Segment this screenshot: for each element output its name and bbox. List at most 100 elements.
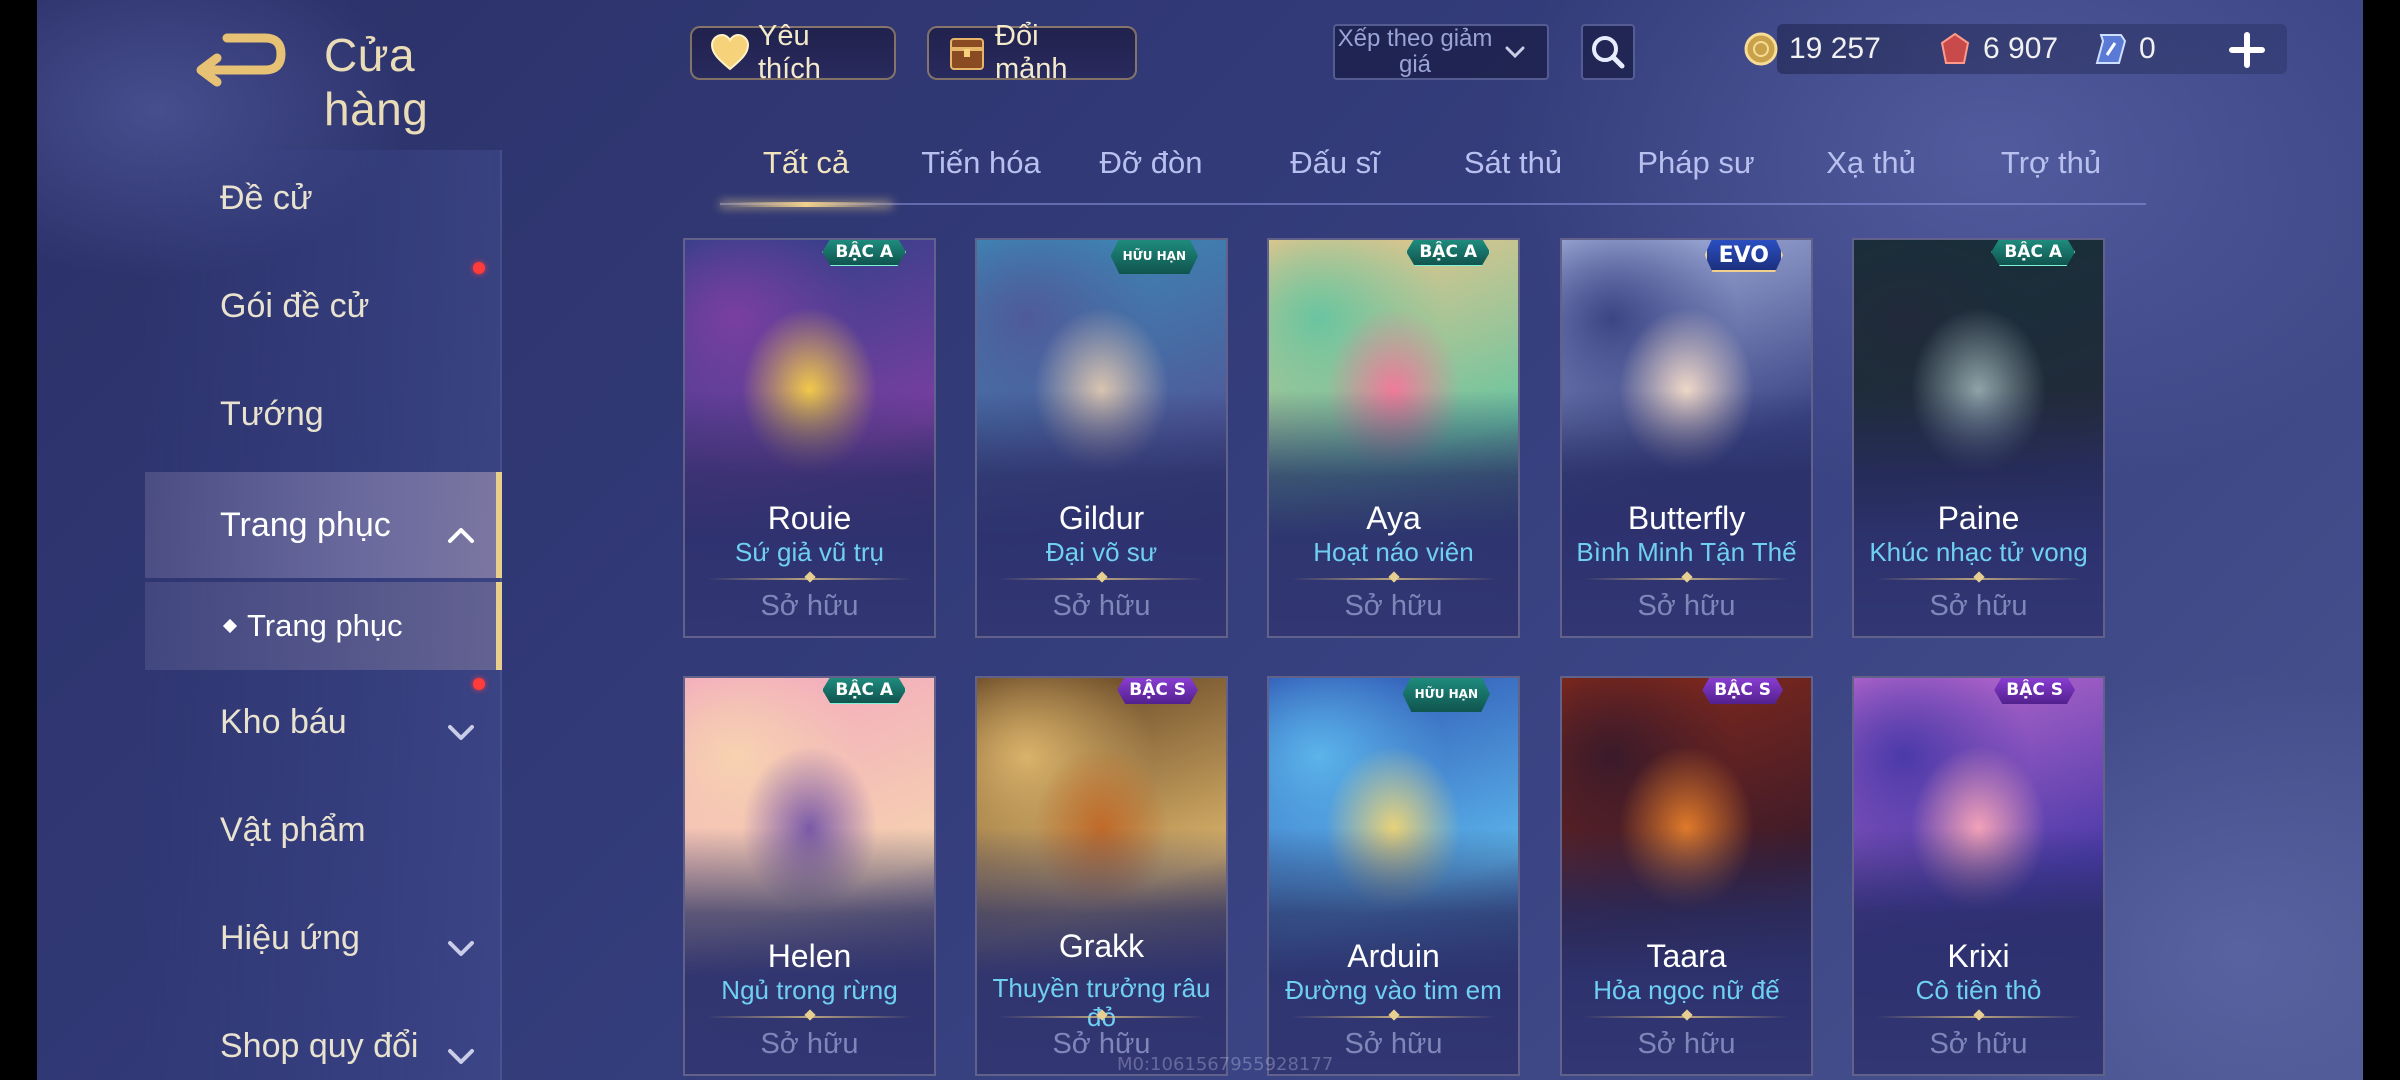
gold-currency: 19 257 (1743, 24, 1881, 74)
tab-label: Xạ thủ (1826, 145, 1916, 180)
voucher-amount: 6 907 (1983, 32, 2059, 65)
sidebar-item-label: Đề cử (220, 178, 313, 217)
favorites-button[interactable]: Yêu thích (690, 20, 896, 85)
ownership-status: Sở hữu (1929, 1028, 2028, 1060)
sidebar-item-recommended[interactable]: Đề cử (145, 148, 502, 248)
skin-card[interactable]: HỮU HẠN Gildur Đại võ sư Sở hữu (975, 238, 1228, 638)
tab-all[interactable]: Tất cả (720, 145, 892, 207)
card-divider (999, 578, 1204, 580)
skin-name: Hỏa ngọc nữ đế (1593, 975, 1780, 1005)
skin-card[interactable]: BẬC SGrakkThuyền trưởng râu đỏSở hữu (975, 676, 1228, 1076)
tab-mage[interactable]: Pháp sư (1616, 145, 1776, 203)
tab-label: Đỡ đòn (1099, 145, 1203, 180)
gold-coin-icon (1744, 32, 1778, 66)
device-watermark: M0:1061567955928177 (1117, 1054, 1334, 1075)
chevron-down-icon (446, 1036, 476, 1064)
hero-name: Helen (767, 938, 852, 974)
skin-name: Hoạt náo viên (1313, 537, 1474, 567)
hero-name: Krixi (1947, 938, 2010, 974)
back-button[interactable] (187, 30, 287, 90)
card-divider (707, 578, 912, 580)
tab-fighter[interactable]: Đấu sĩ (1260, 145, 1410, 203)
card-divider (707, 1016, 912, 1018)
sidebar-item-effects[interactable]: Hiệu ứng (145, 888, 502, 988)
rank-badge: BẬC A (822, 678, 906, 704)
skin-name: Đường vào tim em (1285, 975, 1502, 1005)
tab-label: Đấu sĩ (1290, 145, 1380, 180)
fragment-chest-icon (945, 31, 989, 75)
sidebar-item-exchange-shop[interactable]: Shop quy đổi (145, 996, 502, 1080)
skin-card[interactable]: BẬC A Aya Hoạt náo viên Sở hữu (1267, 238, 1520, 638)
sort-dropdown[interactable]: Xếp theo giảm giá (1333, 24, 1549, 80)
sidebar-item-heroes[interactable]: Tướng (145, 364, 502, 464)
category-tabs: Tất cả Tiến hóa Đỡ đòn Đấu sĩ Sát thủ Ph… (720, 145, 2146, 207)
tab-evolution[interactable]: Tiến hóa (906, 145, 1056, 203)
search-icon (1592, 36, 1625, 69)
skin-card[interactable]: BẬC S Taara Hỏa ngọc nữ đế Sở hữu (1560, 676, 1813, 1076)
skin-card[interactable]: EVO Butterfly Bình Minh Tận Thế Sở hữu (1560, 238, 1813, 638)
skin-name: Cô tiên thỏ (1915, 975, 2042, 1005)
tab-tank[interactable]: Đỡ đòn (1076, 145, 1226, 203)
rank-badge: BẬC A (822, 240, 906, 266)
sidebar-subitem-label: Trang phục (247, 608, 403, 643)
sidebar-item-items[interactable]: Vật phẩm (145, 780, 502, 880)
hero-name: Paine (1937, 500, 2020, 536)
tab-label: Pháp sư (1637, 145, 1755, 180)
sidebar-subitem-skins[interactable]: Trang phục (145, 582, 502, 670)
voucher-icon (1940, 32, 1970, 64)
skin-card[interactable]: BẬC A Rouie Sứ giả vũ trụ Sở hữu (683, 238, 936, 638)
hero-name: Arduin (1347, 938, 1440, 974)
hero-name: Butterfly (1627, 500, 1746, 536)
sidebar-item-label: Vật phẩm (220, 810, 366, 849)
tab-label: Tiến hóa (921, 145, 1041, 180)
hero-name: Aya (1366, 500, 1421, 536)
sidebar-item-label: Shop quy đổi (220, 1026, 419, 1065)
skin-card[interactable]: HỮU HẠN Arduin Đường vào tim em Sở hữu (1267, 676, 1520, 1076)
sidebar-item-label: Gói đề cử (220, 286, 370, 325)
notification-dot (473, 678, 485, 690)
exchange-fragments-button[interactable]: Đổi mảnh (927, 20, 1137, 85)
card-divider (1291, 1016, 1496, 1018)
skin-name: Đại võ sư (1045, 537, 1158, 567)
sidebar-item-skins[interactable]: Trang phục (145, 472, 502, 578)
rank-badge: BẬC S (1702, 678, 1783, 704)
back-arrow-icon (196, 33, 286, 87)
shop-app: Cửa hàng Đề cử Gói đề cử Tướng Trang phụ… (37, 0, 2363, 1080)
search-button[interactable] (1581, 24, 1635, 80)
skin-card[interactable]: BẬC S Krixi Cô tiên thỏ Sở hữu (1852, 676, 2105, 1076)
rank-badge: BẬC A (1406, 240, 1490, 266)
add-currency-button[interactable] (2227, 30, 2267, 70)
diamond-bullet-icon (222, 618, 238, 634)
skin-card[interactable]: BẬC A Helen Ngủ trong rừng Sở hữu (683, 676, 936, 1076)
card-divider (999, 1016, 1204, 1018)
hero-name: Grakk (1058, 928, 1145, 964)
active-tab-underline (720, 202, 892, 207)
rank-badge: BẬC S (1117, 678, 1198, 704)
exchange-fragments-label: Đổi mảnh (995, 20, 1068, 85)
quan-huy-currency: 0 (2093, 24, 2156, 74)
tab-assassin[interactable]: Sát thủ (1438, 145, 1588, 203)
sidebar-item-recommended-packs[interactable]: Gói đề cử (145, 256, 502, 356)
rank-badge: BẬC S (1994, 678, 2075, 704)
page-title: Cửa hàng (324, 29, 429, 135)
sidebar-item-treasure[interactable]: Kho báu (145, 672, 502, 772)
ownership-status: Sở hữu (1929, 590, 2028, 622)
gold-amount: 19 257 (1789, 32, 1881, 65)
skin-name: Khúc nhạc tử vong (1869, 537, 2088, 567)
tab-marksman[interactable]: Xạ thủ (1796, 145, 1946, 203)
tab-label: Sát thủ (1463, 145, 1563, 180)
skin-name: Bình Minh Tận Thế (1576, 537, 1797, 567)
ownership-status: Sở hữu (760, 1028, 859, 1060)
screen: Cửa hàng Đề cử Gói đề cử Tướng Trang phụ… (0, 0, 2400, 1080)
card-divider (1291, 578, 1496, 580)
ownership-status: Sở hữu (1637, 1028, 1736, 1060)
sidebar-item-label: Tướng (220, 394, 324, 433)
tab-label: Trợ thủ (2000, 145, 2102, 180)
rank-badge: HỮU HẠN (1402, 678, 1490, 712)
skin-card[interactable]: BẬC A Paine Khúc nhạc tử vong Sở hữu (1852, 238, 2105, 638)
rank-badge: HỮU HẠN (1110, 240, 1198, 274)
active-indicator (496, 582, 502, 670)
chevron-down-icon (446, 712, 476, 740)
tab-support[interactable]: Trợ thủ (1976, 145, 2126, 203)
plus-icon (2229, 32, 2265, 68)
